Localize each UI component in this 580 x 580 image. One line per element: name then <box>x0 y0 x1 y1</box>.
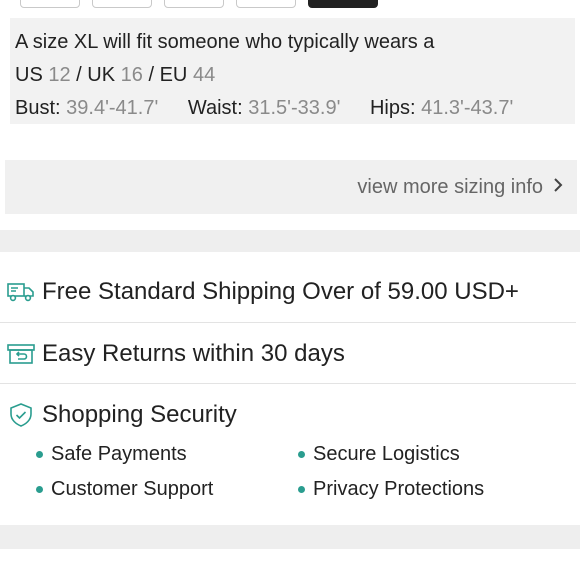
fit-intro: A size XL will fit someone who typically… <box>15 31 435 53</box>
separator: / <box>148 64 155 86</box>
uk-value: 16 <box>120 64 143 86</box>
list-item: Safe Payments <box>36 442 298 467</box>
return-box-icon <box>6 339 36 369</box>
section-separator <box>0 525 580 549</box>
us-label: US <box>15 64 43 86</box>
divider <box>0 383 576 384</box>
bullet-dot <box>36 486 43 493</box>
bullet-dot <box>36 451 43 458</box>
size-selector <box>20 0 378 10</box>
shield-check-icon <box>6 400 36 430</box>
service-label: Shopping Security <box>42 401 237 428</box>
service-label: Easy Returns within 30 days <box>42 340 345 367</box>
bust-value: 39.4'-41.7' <box>66 97 159 119</box>
separator: / <box>76 64 82 86</box>
size-option[interactable] <box>92 0 152 8</box>
bust-label: Bust: <box>15 97 61 119</box>
uk-label: UK <box>87 64 116 86</box>
service-label: Free Standard Shipping Over of 59.00 USD… <box>42 278 519 305</box>
eu-value: 44 <box>192 64 216 86</box>
service-shopping-security: Shopping Security <box>0 385 580 445</box>
bullet-dot <box>298 486 305 493</box>
waist-value: 31.5'-33.9' <box>248 97 341 119</box>
size-fit-info: A size XL will fit someone who typically… <box>10 18 575 124</box>
section-separator <box>0 230 580 252</box>
size-option[interactable] <box>20 0 80 8</box>
waist-label: Waist: <box>187 97 243 119</box>
view-more-sizing-button[interactable]: view more sizing info <box>5 160 577 214</box>
us-value: 12 <box>48 64 71 86</box>
size-conversion: US 12 / UK 16 / EU 44 <box>15 59 570 92</box>
bullet-dot <box>298 451 305 458</box>
measurements: Bust: 39.4'-41.7' Waist: 31.5'-33.9' Hip… <box>15 92 570 125</box>
hips-value: 41.3'-43.7' <box>421 97 514 119</box>
service-easy-returns: Easy Returns within 30 days <box>0 324 580 384</box>
chevron-right-icon <box>543 176 563 199</box>
list-item: Secure Logistics <box>298 442 560 467</box>
divider <box>0 322 576 323</box>
truck-icon <box>6 277 36 307</box>
view-more-sizing-label: view more sizing info <box>357 175 543 198</box>
list-item: Privacy Protections <box>298 477 560 502</box>
size-option[interactable] <box>236 0 296 8</box>
service-free-shipping: Free Standard Shipping Over of 59.00 USD… <box>0 262 580 322</box>
hips-label: Hips: <box>369 97 416 119</box>
size-option[interactable] <box>164 0 224 8</box>
list-item: Customer Support <box>36 477 298 502</box>
security-features-list: Safe Payments Secure Logistics Customer … <box>36 442 576 502</box>
size-option-selected[interactable] <box>308 0 378 8</box>
eu-label: EU <box>159 64 188 86</box>
